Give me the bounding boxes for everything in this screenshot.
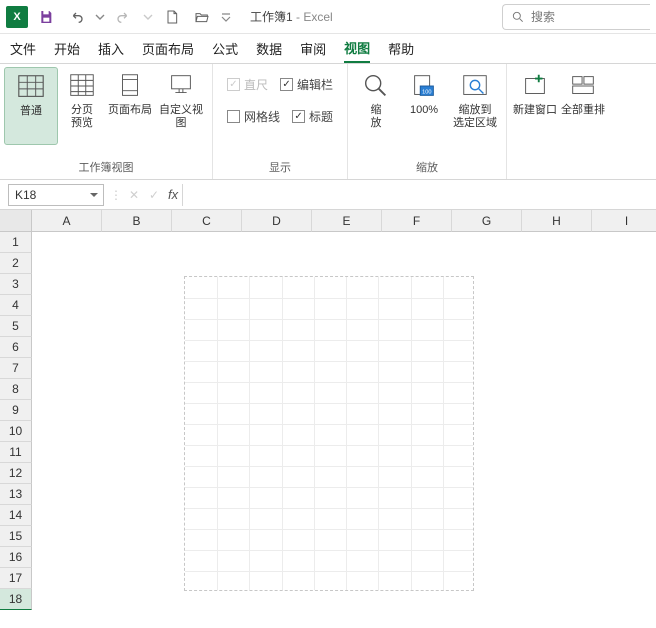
row-header[interactable]: 10	[0, 421, 32, 442]
pagebreak-preview-button[interactable]: 分页 预览	[58, 67, 106, 145]
row-header[interactable]: 6	[0, 337, 32, 358]
row-header[interactable]: 14	[0, 505, 32, 526]
document-title: 工作簿1 - Excel	[250, 8, 333, 25]
group-show: ✓直尺 ✓编辑栏 网格线 ✓标题 显示	[213, 64, 348, 179]
tab-home[interactable]: 开始	[54, 35, 80, 62]
zoom-icon	[361, 71, 391, 101]
pagebreak-icon	[67, 71, 97, 101]
gridlines-checkbox[interactable]: 网格线	[221, 105, 286, 127]
tab-formulas[interactable]: 公式	[212, 35, 238, 62]
sheet-area: 123456789101112131415161718 ABCDEFGHI	[0, 210, 656, 628]
open-button[interactable]	[190, 5, 214, 29]
formula-bar-checkbox[interactable]: ✓编辑栏	[274, 73, 339, 95]
tab-review[interactable]: 审阅	[300, 35, 326, 62]
column-header[interactable]: C	[172, 210, 242, 232]
normal-view-button[interactable]: 普通	[4, 67, 58, 145]
zoom-100-icon: 100	[409, 71, 439, 101]
zoom-100-button[interactable]: 100 100%	[400, 67, 448, 145]
row-header[interactable]: 13	[0, 484, 32, 505]
zoom-to-selection-button[interactable]: 缩放到 选定区域	[448, 67, 502, 145]
row-header[interactable]: 16	[0, 547, 32, 568]
search-icon	[511, 10, 525, 24]
title-bar: X 工作簿1 - Excel 搜索	[0, 0, 656, 34]
tab-help[interactable]: 帮助	[388, 35, 414, 62]
redo-button[interactable]	[112, 5, 136, 29]
cell-grid[interactable]	[32, 232, 656, 628]
search-box[interactable]: 搜索	[502, 4, 650, 30]
arrange-icon	[568, 71, 598, 101]
tab-data[interactable]: 数据	[256, 35, 282, 62]
formula-input[interactable]	[182, 184, 656, 206]
custom-views-button[interactable]: 自定义视图	[154, 67, 208, 145]
column-header[interactable]: H	[522, 210, 592, 232]
group-workbook-views: 普通 分页 预览 页面布局 自定义视图 工作簿视图	[0, 64, 213, 179]
custom-views-icon	[166, 71, 196, 101]
row-header[interactable]: 15	[0, 526, 32, 547]
tab-view[interactable]: 视图	[344, 34, 370, 63]
select-all-corner[interactable]	[0, 210, 32, 232]
row-header[interactable]: 5	[0, 316, 32, 337]
svg-text:100: 100	[422, 90, 431, 96]
row-headers: 123456789101112131415161718	[0, 232, 32, 610]
search-placeholder: 搜索	[531, 8, 555, 25]
pagelayout-view-button[interactable]: 页面布局	[106, 67, 154, 145]
new-window-icon	[520, 71, 550, 101]
row-header[interactable]: 7	[0, 358, 32, 379]
save-button[interactable]	[34, 5, 58, 29]
ruler-checkbox: ✓直尺	[221, 73, 274, 95]
zoom-selection-icon	[460, 71, 490, 101]
column-header[interactable]: G	[452, 210, 522, 232]
row-header[interactable]: 1	[0, 232, 32, 253]
redo-icon	[116, 9, 132, 25]
group-window: 新建窗口 全部重排	[507, 64, 611, 179]
name-box[interactable]: K18	[8, 184, 104, 206]
column-header[interactable]: F	[382, 210, 452, 232]
new-file-button[interactable]	[160, 5, 184, 29]
pagelayout-icon	[115, 71, 145, 101]
row-header[interactable]: 9	[0, 400, 32, 421]
new-window-button[interactable]: 新建窗口	[511, 67, 559, 145]
row-header[interactable]: 3	[0, 274, 32, 295]
redo-dropdown[interactable]	[142, 5, 154, 29]
row-header[interactable]: 8	[0, 379, 32, 400]
arrange-all-button[interactable]: 全部重排	[559, 67, 607, 145]
column-header[interactable]: D	[242, 210, 312, 232]
undo-dropdown[interactable]	[94, 5, 106, 29]
column-header[interactable]: E	[312, 210, 382, 232]
formula-bar: K18 ⋮ ✕ ✓ fx	[0, 180, 656, 210]
column-header[interactable]: B	[102, 210, 172, 232]
undo-button[interactable]	[64, 5, 88, 29]
row-header[interactable]: 11	[0, 442, 32, 463]
tab-insert[interactable]: 插入	[98, 35, 124, 62]
excel-app-icon: X	[6, 6, 28, 28]
fx-icon[interactable]: fx	[164, 187, 182, 202]
tab-file[interactable]: 文件	[10, 35, 36, 62]
row-header[interactable]: 12	[0, 463, 32, 484]
column-headers: ABCDEFGHI	[32, 210, 656, 232]
row-header[interactable]: 2	[0, 253, 32, 274]
file-icon	[164, 9, 180, 25]
normal-view-icon	[16, 72, 46, 102]
qat-more[interactable]	[220, 5, 232, 29]
row-header[interactable]: 18	[0, 589, 32, 610]
row-header[interactable]: 4	[0, 295, 32, 316]
folder-open-icon	[194, 9, 210, 25]
undo-icon	[68, 9, 84, 25]
save-icon	[38, 9, 54, 25]
group-zoom: 缩 放 100 100% 缩放到 选定区域 缩放	[348, 64, 507, 179]
column-header[interactable]: A	[32, 210, 102, 232]
headings-checkbox[interactable]: ✓标题	[286, 105, 339, 127]
row-header[interactable]: 17	[0, 568, 32, 589]
cancel-formula-button[interactable]: ✕	[124, 184, 144, 206]
ribbon: 普通 分页 预览 页面布局 自定义视图 工作簿视图 ✓直尺 ✓编辑栏	[0, 64, 656, 180]
column-header[interactable]: I	[592, 210, 656, 232]
enter-formula-button[interactable]: ✓	[144, 184, 164, 206]
ribbon-tabs: 文件 开始 插入 页面布局 公式 数据 审阅 视图 帮助	[0, 34, 656, 64]
zoom-button[interactable]: 缩 放	[352, 67, 400, 145]
tab-pagelayout[interactable]: 页面布局	[142, 35, 194, 62]
